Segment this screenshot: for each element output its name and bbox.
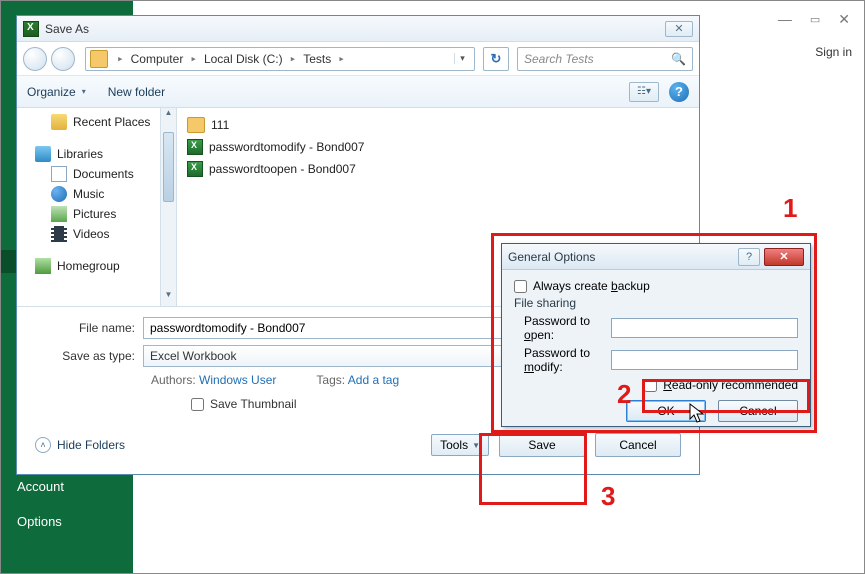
read-only-label: Read-only recommended bbox=[663, 378, 798, 392]
videos-icon bbox=[51, 226, 67, 242]
tree-scrollbar[interactable]: ▲▼ bbox=[160, 108, 176, 306]
tree-libraries[interactable]: Libraries bbox=[35, 144, 176, 164]
tags-value[interactable]: Add a tag bbox=[348, 373, 399, 387]
sign-in-link[interactable]: Sign in bbox=[815, 45, 852, 59]
recent-icon bbox=[51, 114, 67, 130]
pw-modify-input[interactable] bbox=[611, 350, 798, 370]
genopt-ok-button[interactable]: OK bbox=[626, 400, 706, 422]
sidebar-options[interactable]: Options bbox=[1, 504, 133, 539]
tree-recent-places[interactable]: Recent Places bbox=[35, 112, 176, 132]
view-options-button[interactable]: ☷▾ bbox=[629, 82, 659, 102]
tree-pictures[interactable]: Pictures bbox=[35, 204, 176, 224]
file-row-xlsx2[interactable]: passwordtoopen - Bond007 bbox=[187, 158, 689, 180]
genopt-close-button[interactable]: ✕ bbox=[764, 248, 804, 266]
nav-back-button[interactable] bbox=[23, 47, 47, 71]
breadcrumb[interactable]: ▸ Computer ▸ Local Disk (C:) ▸ Tests ▸ ▾ bbox=[85, 47, 475, 71]
filetype-label: Save as type: bbox=[35, 349, 143, 363]
annotation-label-2: 2 bbox=[617, 379, 631, 410]
search-placeholder: Search Tests bbox=[524, 52, 594, 66]
authors-label: Authors: bbox=[151, 373, 196, 387]
authors-value[interactable]: Windows User bbox=[199, 373, 276, 387]
nav-forward-button[interactable] bbox=[51, 47, 75, 71]
crumb-computer[interactable]: Computer bbox=[131, 52, 184, 66]
pictures-icon bbox=[51, 206, 67, 222]
music-icon bbox=[51, 186, 67, 202]
save-thumbnail-label: Save Thumbnail bbox=[210, 397, 297, 411]
crumb-folder[interactable]: Tests bbox=[303, 52, 331, 66]
hide-folders-button[interactable]: ˄ Hide Folders bbox=[35, 437, 125, 453]
folder-icon bbox=[187, 117, 205, 133]
search-input[interactable]: Search Tests 🔍 bbox=[517, 47, 693, 71]
file-sharing-group: File sharing bbox=[514, 296, 798, 310]
tools-button[interactable]: Tools▼ bbox=[431, 434, 489, 456]
tree-music[interactable]: Music bbox=[35, 184, 176, 204]
libraries-icon bbox=[35, 146, 51, 162]
genopt-help-button[interactable]: ? bbox=[738, 248, 760, 266]
tree-homegroup[interactable]: Homegroup bbox=[35, 256, 176, 276]
restore-sys[interactable]: ▭ bbox=[810, 13, 820, 26]
close-sys[interactable]: ✕ bbox=[838, 11, 850, 28]
pw-open-label: Password to open: bbox=[524, 314, 611, 342]
tree-videos[interactable]: Videos bbox=[35, 224, 176, 244]
always-backup-label: Always create backup bbox=[533, 279, 650, 293]
search-icon: 🔍 bbox=[671, 52, 686, 66]
homegroup-icon bbox=[35, 258, 51, 274]
minimize-sys[interactable]: — bbox=[778, 11, 792, 27]
folder-icon bbox=[90, 50, 108, 68]
read-only-checkbox[interactable] bbox=[644, 379, 657, 392]
genopt-title: General Options bbox=[508, 250, 738, 264]
cancel-button[interactable]: Cancel bbox=[595, 433, 681, 457]
save-thumbnail-checkbox[interactable] bbox=[191, 398, 204, 411]
annotation-label-1: 1 bbox=[783, 193, 797, 224]
saveas-title: Save As bbox=[45, 22, 659, 36]
saveas-close-button[interactable]: ✕ bbox=[665, 21, 693, 37]
tags-label: Tags: bbox=[316, 373, 345, 387]
newfolder-button[interactable]: New folder bbox=[108, 85, 165, 99]
pw-open-input[interactable] bbox=[611, 318, 798, 338]
pw-modify-label: Password to modify: bbox=[524, 346, 611, 374]
sidebar-active-nub bbox=[1, 250, 16, 273]
file-row-folder[interactable]: 111 bbox=[187, 114, 689, 136]
refresh-button[interactable]: ↻ bbox=[483, 47, 509, 71]
filename-label: File name: bbox=[35, 321, 143, 335]
excel-file-icon bbox=[187, 139, 203, 155]
saveas-titlebar: Save As ✕ bbox=[17, 16, 699, 42]
save-button[interactable]: Save bbox=[499, 433, 585, 457]
general-options-dialog: General Options ? ✕ Always create backup… bbox=[501, 243, 811, 427]
genopt-cancel-button[interactable]: Cancel bbox=[718, 400, 798, 422]
excel-icon bbox=[23, 21, 39, 37]
excel-file-icon bbox=[187, 161, 203, 177]
folder-tree: Recent Places Libraries Documents Music … bbox=[17, 108, 177, 306]
tree-documents[interactable]: Documents bbox=[35, 164, 176, 184]
crumb-drive[interactable]: Local Disk (C:) bbox=[204, 52, 283, 66]
annotation-label-3: 3 bbox=[601, 481, 615, 512]
breadcrumb-dropdown[interactable]: ▾ bbox=[454, 53, 470, 64]
organize-button[interactable]: Organize bbox=[27, 85, 86, 99]
chevron-up-icon: ˄ bbox=[35, 437, 51, 453]
documents-icon bbox=[51, 166, 67, 182]
file-row-xlsx1[interactable]: passwordtomodify - Bond007 bbox=[187, 136, 689, 158]
always-backup-checkbox[interactable] bbox=[514, 280, 527, 293]
help-button[interactable]: ? bbox=[669, 82, 689, 102]
